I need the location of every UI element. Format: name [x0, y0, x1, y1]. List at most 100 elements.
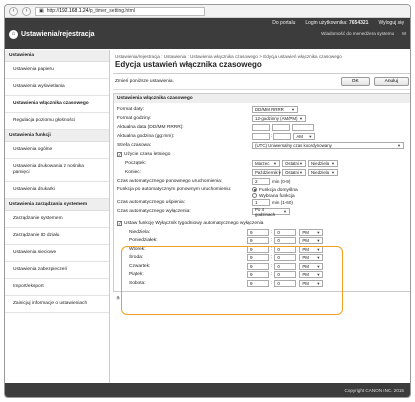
app-header: Do portalu Login użytkownika: 7654321 Wy…: [5, 18, 410, 49]
date-format-value: DD/MM RRRR: [255, 107, 284, 112]
url-host: 192.168.1.24: [59, 8, 89, 14]
sidebar-item[interactable]: Ustawienia drukarki: [5, 182, 109, 199]
date-format-select[interactable]: DD/MM RRRR ▼: [252, 106, 298, 113]
minute-input[interactable]: [273, 133, 292, 140]
weekly-off-list: Niedziela: 9:0 PM ▼ Poniedziałek: 9:0 PM ▼ Wtore…: [114, 228, 410, 291]
weekday-hour-input[interactable]: 9: [247, 271, 269, 279]
weekday-minute-input[interactable]: 0: [274, 279, 297, 287]
timezone-label: Strefa czasowa:: [117, 143, 152, 148]
sidebar-item[interactable]: Ustawienia ogólne: [5, 142, 109, 159]
chevron-down-icon: ▼: [291, 107, 295, 112]
timezone-select[interactable]: (UTC) Uniwersalny czas koordynowany ▼: [252, 142, 404, 149]
weekly-day-row: Poniedziałek: 9:0 PM ▼: [114, 237, 410, 246]
month-input[interactable]: [272, 124, 290, 131]
auto-off-label: Czas automatycznego wyłączenia:: [117, 209, 191, 214]
auto-sleep-input[interactable]: 1: [252, 199, 270, 206]
sidebar-item[interactable]: Ustawienia wyświetlania: [5, 79, 109, 96]
weekday-hour-input[interactable]: 9: [247, 262, 269, 270]
weekday-ampm-select[interactable]: PM ▼: [299, 228, 324, 236]
sidebar-item[interactable]: Ustawienia włącznika czasowego: [5, 96, 109, 113]
chevron-down-icon: ▼: [316, 255, 321, 261]
chevron-down-icon: ▼: [316, 246, 321, 252]
logout-link[interactable]: Wyloguj się: [378, 20, 404, 26]
weekly-off-checkbox[interactable]: ✓: [117, 221, 122, 226]
sidebar-item[interactable]: Ustawienia drukowania z nośnika pamięci: [5, 159, 109, 182]
weekday-label: Sobota:: [129, 280, 146, 286]
weekday-minute-input[interactable]: 0: [274, 237, 297, 245]
forward-icon[interactable]: ›: [22, 6, 31, 16]
timezone-row: Strefa czasowa: (UTC) Uniwersalny czas k…: [114, 141, 410, 150]
dst-end-month: Październik: [255, 170, 278, 175]
sidebar-item[interactable]: Zainicjuj informacje o ustawieniach: [5, 296, 109, 313]
hour-input[interactable]: [252, 133, 270, 140]
sidebar-item[interactable]: Ustawienia sieciowe: [5, 245, 109, 262]
dst-start-day-select[interactable]: Niedziela ▼: [308, 160, 338, 167]
home-icon[interactable]: ⌂: [9, 30, 18, 39]
weekday-minute-input[interactable]: 0: [274, 254, 297, 262]
dst-end-day-select[interactable]: Niedziela ▼: [308, 169, 338, 176]
func-option-default[interactable]: Funkcja domyślna: [252, 187, 298, 193]
weekday-minute-input[interactable]: 0: [274, 262, 297, 270]
chevron-down-icon: ▼: [331, 161, 335, 166]
day-input[interactable]: [252, 124, 270, 131]
weekly-day-row: Wtorek: 9:0 PM ▼: [114, 245, 410, 254]
auto-off-select[interactable]: Po 4 godzinach ▼: [252, 207, 290, 217]
login-info: Login użytkownika: 7654321: [305, 20, 368, 26]
scroll-top-icon[interactable]: ≚: [113, 292, 410, 306]
sidebar-item[interactable]: Regulacja poziomu głośności: [5, 113, 109, 130]
portal-link[interactable]: Do portalu: [272, 20, 295, 26]
dst-start-month-select[interactable]: Marzec ▼: [252, 160, 280, 167]
weekday-ampm-value: PM: [302, 238, 309, 244]
message-to-admin[interactable]: Wiadomość do menedżera systemu M: [313, 31, 406, 36]
browser-window: ‹ › ▣ http://192.168.1.24/p_timer_settin…: [4, 4, 411, 398]
weekday-hour-input[interactable]: 9: [247, 279, 269, 287]
weekday-hour-input[interactable]: 9: [247, 237, 269, 245]
message-label[interactable]: Wiadomość do menedżera systemu: [321, 31, 394, 36]
weekday-hour-input[interactable]: 9: [247, 245, 269, 253]
sidebar-item[interactable]: Zarządzanie systemem: [5, 211, 109, 228]
year-input[interactable]: [292, 124, 314, 131]
dst-start-week-select[interactable]: Ostatni ▼: [282, 160, 306, 167]
chevron-down-icon: ▼: [283, 209, 287, 214]
ampm-select[interactable]: AM ▼: [293, 133, 316, 140]
time-format-select[interactable]: 12-godzinny (AM/PM) ▼: [252, 115, 306, 122]
breadcrumb[interactable]: Ustawienia/rejestracja : Ustawienia : Us…: [113, 50, 410, 60]
ok-button[interactable]: OK: [340, 77, 370, 86]
sidebar-item[interactable]: Ustawienia zabezpieczeń: [5, 262, 109, 279]
chevron-down-icon: ▼: [397, 143, 401, 148]
weekday-minute-input[interactable]: 0: [274, 271, 297, 279]
weekly-day-row: Czwartek: 9:0 PM ▼: [114, 262, 410, 271]
dst-checkbox[interactable]: ✓: [117, 152, 122, 157]
weekday-minute-input[interactable]: 0: [274, 228, 297, 236]
weekday-ampm-select[interactable]: PM ▼: [299, 254, 324, 262]
auto-reset-input[interactable]: 2: [252, 178, 270, 185]
func-option-selected[interactable]: Wybrana funkcja: [252, 192, 298, 199]
time-colon: :: [271, 134, 273, 139]
back-icon[interactable]: ‹: [9, 6, 18, 16]
chevron-down-icon: ▼: [299, 170, 303, 175]
sidebar-item[interactable]: Zarządzanie ID działu: [5, 228, 109, 245]
weekday-ampm-select[interactable]: PM ▼: [299, 237, 324, 245]
radio-default[interactable]: [252, 187, 257, 192]
sidebar-item[interactable]: Ustawienia papieru: [5, 62, 109, 79]
time-colon: :: [271, 246, 273, 252]
message-extra: M: [402, 31, 406, 36]
weekday-ampm-value: PM: [302, 263, 309, 269]
weekday-ampm-select[interactable]: PM ▼: [299, 245, 324, 253]
weekday-hour-input[interactable]: 9: [247, 228, 269, 236]
weekday-ampm-select[interactable]: PM ▼: [299, 279, 324, 287]
weekday-minute-input[interactable]: 0: [274, 245, 297, 253]
auto-reset-label: Czas automatycznego ponownego uruchomien…: [117, 179, 223, 184]
weekday-ampm-select[interactable]: PM ▼: [299, 262, 324, 270]
dst-end-week-select[interactable]: Ostatni ▼: [282, 169, 306, 176]
dst-end-month-select[interactable]: Październik ▼: [252, 169, 282, 176]
address-bar[interactable]: ▣ http://192.168.1.24/p_timer_setting.ht…: [35, 6, 205, 16]
section-title: Ustawienia włącznika czasowego: [114, 94, 410, 103]
weekday-hour-input[interactable]: 9: [247, 254, 269, 262]
sidebar-category: Ustawienia funkcji: [5, 130, 109, 142]
sidebar-item[interactable]: Import/eksport: [5, 279, 109, 296]
cancel-button[interactable]: Anuluj: [373, 77, 409, 86]
weekday-ampm-select[interactable]: PM ▼: [299, 271, 324, 279]
weekly-day-row: Sobota: 9:0 PM ▼: [114, 279, 410, 288]
radio-selected[interactable]: [252, 192, 257, 198]
